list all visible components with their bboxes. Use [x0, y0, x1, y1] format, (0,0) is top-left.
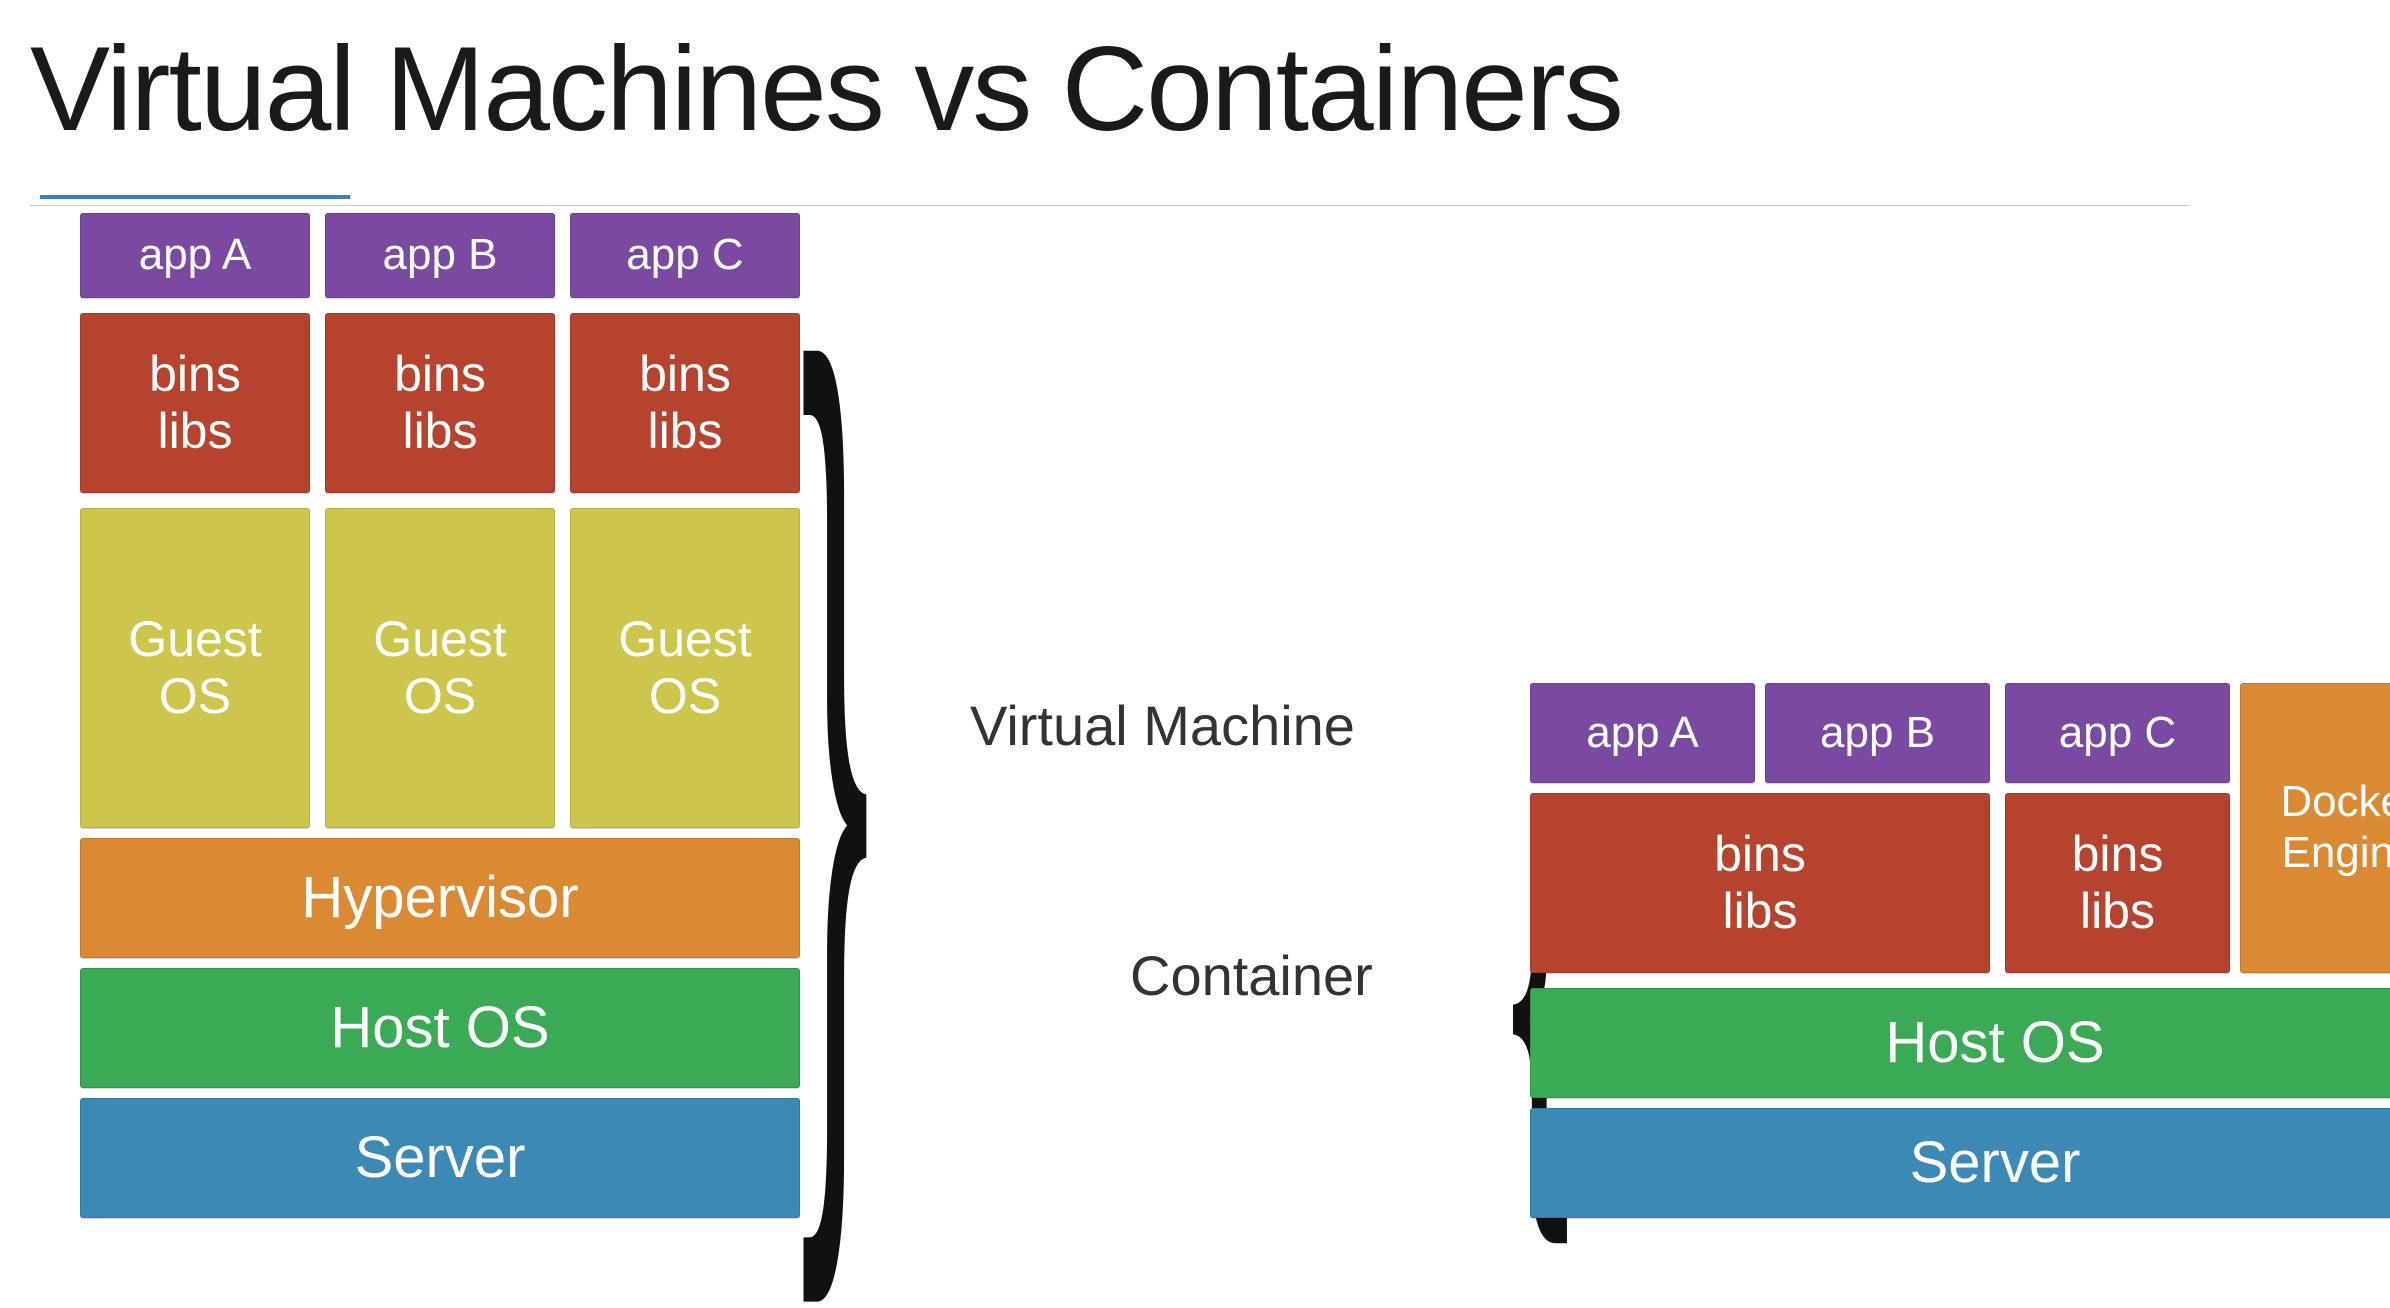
- vm-guest-os-box: Guest OS: [80, 508, 310, 828]
- container-app-box: app B: [1765, 683, 1990, 783]
- vm-guest-os-box: Guest OS: [325, 508, 555, 828]
- vm-hypervisor-box: Hypervisor: [80, 838, 800, 958]
- container-host-os-box: Host OS: [1530, 988, 2390, 1098]
- container-brace-label: Container: [1130, 943, 1373, 1008]
- vm-stack: Server Host OS Hypervisor Guest OS bins …: [80, 198, 800, 1218]
- diagram-stage: Server Host OS Hypervisor Guest OS bins …: [30, 198, 2340, 1258]
- vm-column-1: Guest OS bins libs app A: [80, 218, 310, 828]
- container-app-box: app C: [2005, 683, 2230, 783]
- vm-column-3: Guest OS bins libs app C: [570, 218, 800, 828]
- vm-app-box: app A: [80, 213, 310, 298]
- vm-column-2: Guest OS bins libs app B: [325, 218, 555, 828]
- vm-bins-libs-box: bins libs: [570, 313, 800, 493]
- vm-app-box: app C: [570, 213, 800, 298]
- vm-guest-os-box: Guest OS: [570, 508, 800, 828]
- vm-brace-label: Virtual Machine: [970, 693, 1355, 758]
- docker-engine-box: Docker Engine: [2240, 683, 2390, 973]
- container-stack: Server Host OS Docker Engine bins libs b…: [1530, 638, 2390, 1218]
- vm-server-box: Server: [80, 1098, 800, 1218]
- container-app-box: app A: [1530, 683, 1755, 783]
- vm-app-box: app B: [325, 213, 555, 298]
- vm-host-os-box: Host OS: [80, 968, 800, 1088]
- container-bins-libs-box: bins libs: [2005, 793, 2230, 973]
- vm-bins-libs-box: bins libs: [80, 313, 310, 493]
- container-server-box: Server: [1530, 1108, 2390, 1218]
- vm-bins-libs-box: bins libs: [325, 313, 555, 493]
- container-bins-libs-shared-box: bins libs: [1530, 793, 1990, 973]
- slide-title: Virtual Machines vs Containers: [30, 20, 2340, 158]
